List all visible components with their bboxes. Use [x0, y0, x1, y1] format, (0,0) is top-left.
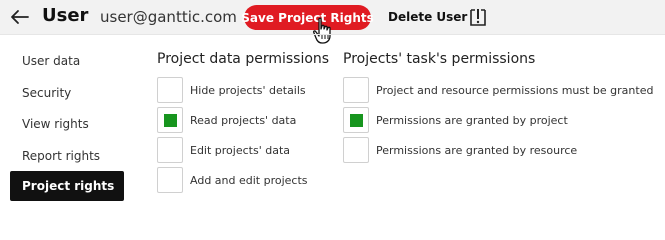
checkbox-label: Permissions are granted by project	[376, 114, 568, 127]
checkbox-project-and-resource-permissions[interactable]	[343, 77, 369, 103]
sidebar: User data Security View rights Report ri…	[0, 34, 130, 214]
checkbox-read-projects-data[interactable]	[157, 107, 183, 133]
sidebar-item-user-data[interactable]: User data	[10, 46, 124, 76]
checked-mark	[164, 114, 177, 127]
checkbox-label: Read projects' data	[190, 114, 297, 127]
task-permissions-title: Projects' task's permissions	[343, 51, 536, 67]
info-button[interactable]	[469, 7, 487, 27]
project-data-permissions-title: Project data permissions	[157, 51, 330, 67]
checked-mark	[350, 114, 363, 127]
save-project-rights-button[interactable]: Save Project Rights	[241, 5, 374, 30]
sidebar-item-security[interactable]: Security	[10, 78, 124, 108]
sidebar-item-project-rights[interactable]: Project rights	[10, 171, 124, 201]
checkbox-label: Project and resource permissions must be…	[376, 84, 654, 97]
checkbox-granted-by-project[interactable]	[343, 107, 369, 133]
checkbox-edit-projects-data[interactable]	[157, 137, 183, 163]
back-button[interactable]	[4, 3, 34, 31]
checkbox-hide-projects-details[interactable]	[157, 77, 183, 103]
page-title: User	[42, 5, 89, 26]
delete-user-button[interactable]: Delete User	[388, 10, 467, 24]
checkbox-label: Permissions are granted by resource	[376, 144, 578, 157]
checkbox-label: Edit projects' data	[190, 144, 291, 157]
document-info-icon	[470, 9, 486, 26]
arrow-left-icon	[11, 10, 29, 24]
checkbox-add-and-edit-projects[interactable]	[157, 167, 183, 193]
checkbox-granted-by-resource[interactable]	[343, 137, 369, 163]
sidebar-item-report-rights[interactable]: Report rights	[10, 141, 124, 171]
checkbox-label: Add and edit projects	[190, 174, 308, 187]
checkbox-label: Hide projects' details	[190, 84, 306, 97]
hand-pointer-icon	[313, 17, 331, 44]
user-email: user@ganttic.com	[100, 8, 237, 26]
sidebar-item-view-rights[interactable]: View rights	[10, 109, 124, 139]
